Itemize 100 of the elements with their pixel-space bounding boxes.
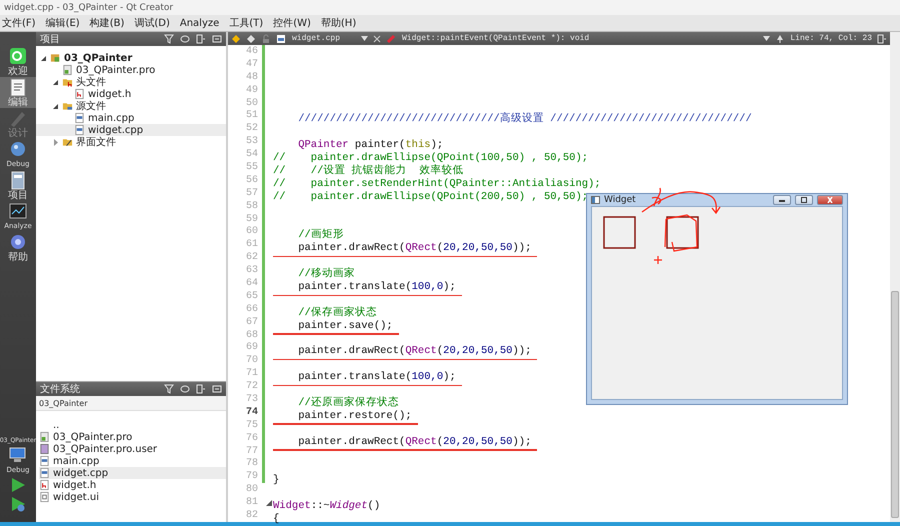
run-icon[interactable] (10, 477, 26, 493)
close-icon[interactable] (373, 34, 381, 43)
file-item[interactable]: 03_QPainter.pro (39, 431, 226, 443)
tree-item[interactable]: main.cpp (36, 112, 226, 124)
split-icon[interactable] (877, 34, 887, 44)
minimize-button[interactable] (773, 195, 791, 205)
code-line: // //设置 抗锯齿能力 效率较低 (273, 163, 464, 178)
code-line: } (273, 474, 280, 486)
tree-item[interactable]: widget.h (36, 88, 226, 100)
function-icon (386, 34, 396, 44)
line-number: 59 (244, 214, 259, 225)
close-button[interactable] (817, 195, 843, 205)
code-line: // painter.drawEllipse(QPoint(200,50) , 50,50); (273, 190, 588, 203)
line-number: 47 (244, 58, 259, 70)
code-line: //保存画家状态 (297, 305, 377, 319)
tree-item[interactable]: 源文件 (36, 100, 226, 112)
line-number: 65 (244, 290, 259, 302)
filter-icon[interactable] (164, 384, 174, 394)
mode-tab[interactable]: 编辑 (0, 77, 36, 108)
mode-tab[interactable]: 项目 (0, 170, 36, 201)
file-icon (50, 52, 61, 64)
filter-icon[interactable] (164, 34, 174, 44)
menu-item[interactable]: 构建(B) (90, 16, 124, 30)
menu-item[interactable]: 控件(W) (273, 16, 311, 30)
file-icon (39, 455, 50, 467)
file-icon (39, 443, 50, 455)
split-icon[interactable] (196, 34, 206, 44)
menu-item[interactable]: 编辑(E) (46, 16, 80, 30)
menu-item[interactable]: 工具(T) (229, 16, 264, 30)
line-number: 79 (244, 471, 259, 482)
line-number: 61 (244, 239, 259, 250)
file-selector[interactable]: widget.cpp (276, 34, 368, 44)
close-panel-icon[interactable] (212, 34, 222, 44)
logo-icon (7, 46, 29, 66)
line-number: 52 (244, 123, 259, 134)
file-item[interactable]: 03_QPainter.pro.user (39, 443, 226, 455)
symbol-selector[interactable]: Widget::paintEvent(QPaintEvent *): void (386, 34, 770, 44)
mode-tab[interactable]: 帮助 (0, 232, 36, 263)
code-line: { (273, 513, 280, 526)
collapsed-arrow-icon[interactable] (52, 138, 59, 146)
file-icon (39, 431, 50, 443)
line-number: 67 (244, 316, 259, 328)
scrollbar[interactable] (890, 32, 900, 522)
line-number: 58 (244, 200, 259, 212)
close-panel-icon[interactable] (212, 384, 222, 394)
tree-item[interactable]: widget.cpp (36, 124, 226, 136)
link-icon[interactable] (180, 34, 190, 44)
file-icon (62, 64, 73, 76)
computer-icon[interactable] (8, 447, 28, 463)
file-item[interactable]: widget.ui (39, 491, 226, 503)
file-item[interactable]: main.cpp (39, 455, 226, 467)
menu-item[interactable]: 调试(D) (134, 16, 170, 30)
line-number: 63 (244, 265, 259, 276)
file-item[interactable]: widget.cpp (39, 467, 226, 479)
code-line: painter.drawRect(QRect(20,20,50,50)); (297, 242, 532, 254)
code-line: painter.drawRect(QRect(20,20,50,50)); (297, 345, 532, 358)
line-number: 56 (244, 174, 259, 186)
expanded-arrow-icon[interactable] (40, 54, 47, 62)
code-line: //移动画家 (297, 266, 355, 280)
line-number: 80 (244, 484, 259, 496)
pin-icon[interactable] (775, 34, 786, 44)
tree-item[interactable]: 界面文件 (36, 136, 226, 148)
mode-tab[interactable]: 欢迎 (0, 46, 36, 77)
line-number: 55 (244, 162, 259, 173)
expanded-arrow-icon[interactable] (52, 102, 59, 110)
menu-item[interactable]: 帮助(H) (320, 16, 356, 30)
menu-item[interactable]: Analyze (180, 18, 220, 28)
tree-item[interactable]: 03_QPainter.pro (36, 64, 226, 76)
caret-icon (361, 36, 368, 42)
widget-window[interactable]: Widget (586, 193, 848, 405)
path-field[interactable]: 03_QPainter (36, 396, 226, 411)
menu-item[interactable]: 文件(F) (2, 16, 36, 30)
link-icon[interactable] (180, 384, 190, 394)
line-number: 69 (244, 342, 259, 354)
file-icon (276, 34, 286, 44)
code-line: //画矩形 (297, 228, 344, 242)
split-icon[interactable] (196, 384, 206, 394)
scrollbar-thumb[interactable] (891, 291, 899, 518)
back-icon[interactable] (231, 34, 241, 44)
line-number: 62 (244, 252, 259, 264)
file-item[interactable]: .. (39, 419, 226, 431)
cursor-position[interactable]: Line: 74, Col: 23 (790, 34, 872, 44)
file-icon (74, 88, 85, 100)
line-number: 75 (244, 420, 259, 431)
expanded-arrow-icon[interactable] (52, 78, 59, 86)
forward-icon[interactable] (246, 34, 256, 44)
maximize-button[interactable] (795, 195, 813, 205)
fold-icon[interactable] (266, 500, 272, 506)
line-number: 70 (244, 355, 259, 366)
code-line: // painter.setRenderHint(QPainter::Antialiasing); (273, 178, 601, 190)
window-title: widget.cpp - 03_QPainter - Qt Creator (4, 2, 174, 12)
debug-run-icon[interactable] (10, 496, 26, 512)
line-number: 72 (244, 381, 259, 392)
line-number: 54 (244, 149, 259, 160)
line-number: 48 (244, 72, 259, 83)
rectangle-drawing (603, 216, 636, 249)
line-number: 81 (244, 497, 259, 508)
file-item[interactable]: widget.h (39, 479, 226, 491)
tree-item[interactable]: 头文件 (36, 76, 226, 88)
tree-item[interactable]: 03_QPainter (36, 52, 226, 64)
